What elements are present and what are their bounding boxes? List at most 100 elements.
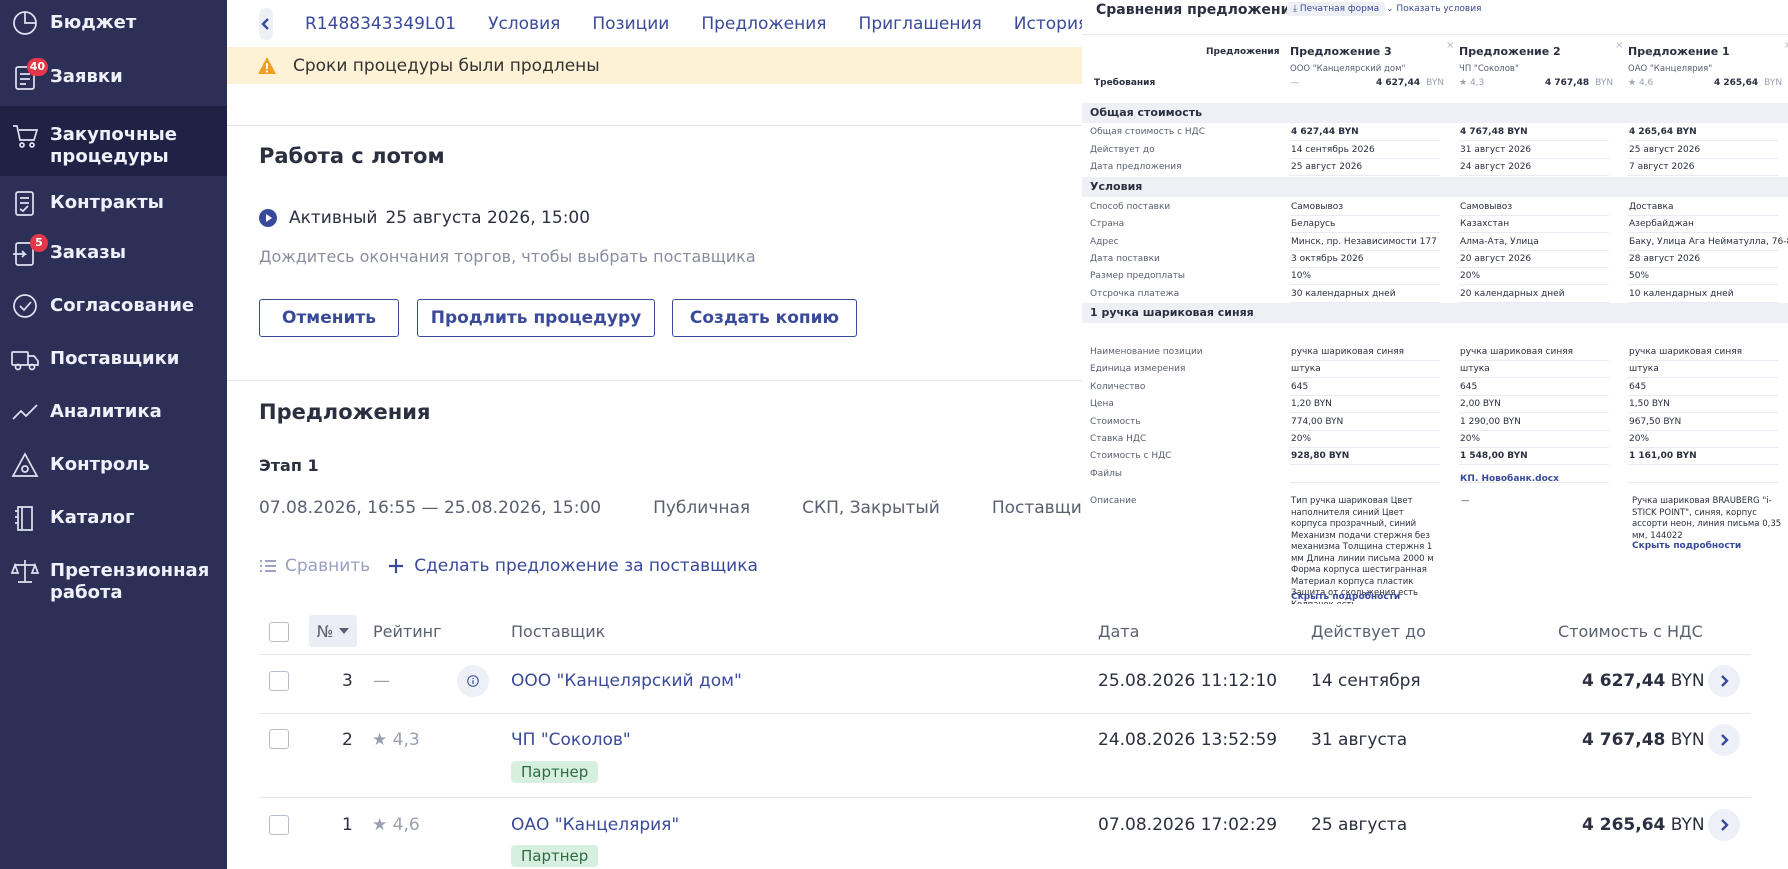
row-value: штука bbox=[1460, 364, 1490, 375]
sidebar-item-suppliers[interactable]: Поставщики bbox=[0, 344, 227, 380]
row-rating: — bbox=[373, 671, 390, 691]
row-value: Баку, Улица Ага Нейматулла, 76-82. bbox=[1629, 236, 1788, 247]
row-value: штука bbox=[1629, 364, 1659, 375]
tab-invitations[interactable]: Приглашения bbox=[859, 14, 982, 34]
star-icon: ★ bbox=[1628, 78, 1639, 88]
sidebar-item-procurement[interactable]: Закупочные процедуры bbox=[0, 106, 227, 176]
divider bbox=[1628, 377, 1778, 379]
row-checkbox[interactable] bbox=[269, 671, 289, 691]
row-label: Стоимость с НДС bbox=[1090, 451, 1172, 462]
play-icon bbox=[259, 209, 277, 227]
sidebar-item-approval[interactable]: Согласование bbox=[0, 291, 227, 327]
procedure-id-link[interactable]: R1488343349L01 bbox=[305, 14, 456, 34]
scales-icon bbox=[10, 556, 42, 588]
open-offer-button[interactable] bbox=[1708, 724, 1740, 756]
row-value: Беларусь bbox=[1291, 219, 1336, 230]
info-button[interactable] bbox=[457, 665, 489, 697]
row-value: Минск, пр. Независимости 177 bbox=[1291, 236, 1437, 247]
row-value: 3 октябрь 2026 bbox=[1291, 253, 1364, 264]
offer-column-title: Предложение 1 bbox=[1628, 45, 1730, 58]
row-label: Ставка НДС bbox=[1090, 434, 1147, 444]
extend-procedure-button[interactable]: Продлить процедуру bbox=[417, 299, 655, 337]
divider bbox=[1628, 232, 1778, 234]
row-checkbox[interactable] bbox=[269, 815, 289, 835]
sidebar-item-catalog[interactable]: Каталог bbox=[0, 503, 227, 539]
section-conditions: Условия bbox=[1082, 177, 1788, 197]
divider bbox=[1290, 140, 1440, 141]
open-offer-button[interactable] bbox=[1708, 665, 1740, 697]
row-value: 2,00 BYN bbox=[1460, 399, 1501, 410]
sidebar-item-control[interactable]: Контроль bbox=[0, 450, 227, 486]
back-button[interactable] bbox=[259, 7, 273, 40]
chevron-down-icon: ⌄ bbox=[1386, 4, 1394, 14]
tab-conditions[interactable]: Условия bbox=[488, 14, 560, 34]
star-icon: ★ bbox=[372, 730, 388, 750]
divider bbox=[1290, 175, 1440, 176]
row-label: Дата предложения bbox=[1090, 162, 1182, 172]
divider bbox=[1459, 412, 1609, 414]
sidebar-item-analytics[interactable]: Аналитика bbox=[0, 397, 227, 433]
sidebar-item-label: Бюджет bbox=[50, 12, 137, 33]
open-offer-button[interactable] bbox=[1708, 809, 1740, 841]
print-form-button[interactable]: ⤓ Печатная форма bbox=[1287, 2, 1386, 16]
star-icon: ★ bbox=[1459, 78, 1470, 88]
details-link[interactable]: Скрыть подробности bbox=[1632, 541, 1741, 551]
sidebar-item-contracts[interactable]: Контракты bbox=[0, 188, 227, 224]
description-offer-2: — bbox=[1461, 496, 1470, 506]
remove-offer-button[interactable]: × bbox=[1615, 40, 1623, 51]
row-checkbox[interactable] bbox=[269, 729, 289, 749]
tab-offers[interactable]: Предложения bbox=[701, 14, 826, 34]
make-offer-button[interactable]: Сделать предложение за поставщика bbox=[388, 556, 758, 576]
sidebar: Бюджет 40 Заявки Закупочные процедуры Ко… bbox=[0, 0, 227, 869]
row-currency: BYN bbox=[1670, 671, 1705, 691]
lot-status: Активный 25 августа 2026, 15:00 bbox=[259, 208, 590, 228]
chevron-right-icon bbox=[1721, 675, 1729, 687]
tab-history[interactable]: История bbox=[1014, 14, 1088, 34]
make-offer-label: Сделать предложение за поставщика bbox=[414, 556, 758, 576]
sort-by-number[interactable]: № bbox=[309, 615, 357, 647]
extension-banner: Сроки процедуры были продлены bbox=[227, 47, 1082, 84]
remove-offer-button[interactable]: × bbox=[1784, 40, 1788, 51]
price-amount: 4 265,64 bbox=[1714, 78, 1759, 88]
create-copy-button[interactable]: Создать копию bbox=[672, 299, 857, 337]
compare-button[interactable]: Сравнить bbox=[259, 556, 370, 576]
row-value: 24 август 2026 bbox=[1460, 162, 1532, 172]
remove-offer-button[interactable]: × bbox=[1446, 40, 1454, 51]
divider bbox=[1459, 481, 1609, 483]
divider bbox=[1628, 215, 1778, 216]
divider bbox=[1459, 447, 1609, 448]
sidebar-item-claims[interactable]: Претензионная работа bbox=[0, 556, 227, 612]
sidebar-item-budget[interactable]: Бюджет bbox=[0, 8, 227, 44]
divider bbox=[1459, 284, 1609, 286]
supplier-link[interactable]: ЧП "Соколов" bbox=[511, 730, 631, 750]
supplier-link[interactable]: ООО "Канцелярский дом" bbox=[511, 671, 742, 691]
row-value: 967,50 BYN bbox=[1629, 416, 1682, 427]
row-value: 928,80 BYN bbox=[1291, 451, 1350, 462]
column-header-date: Дата bbox=[1098, 622, 1140, 641]
sidebar-item-orders[interactable]: 5 Заказы bbox=[0, 234, 227, 274]
supplier-link[interactable]: ОАО "Канцелярия" bbox=[511, 815, 679, 835]
price-amount: 4 767,48 bbox=[1545, 78, 1590, 88]
divider bbox=[1290, 464, 1440, 466]
sidebar-item-label: Каталог bbox=[50, 507, 135, 528]
select-all-checkbox[interactable] bbox=[269, 622, 289, 642]
column-header-supplier: Поставщик bbox=[511, 622, 606, 641]
stage-period: 07.08.2026, 16:55 — 25.08.2026, 15:00 bbox=[259, 498, 602, 518]
rating-value: 4,6 bbox=[1638, 78, 1654, 88]
row-date: 25.08.2026 11:12:10 bbox=[1098, 671, 1278, 691]
show-conditions-toggle[interactable]: ⌄ Показать условия bbox=[1386, 4, 1481, 14]
tab-positions[interactable]: Позиции bbox=[592, 14, 669, 34]
row-value: 20 август 2026 bbox=[1460, 253, 1532, 264]
sidebar-item-requests[interactable]: 40 Заявки bbox=[0, 58, 227, 98]
row-amount: 4 767,48 bbox=[1582, 730, 1666, 750]
description-offer-3: Тип ручка шариковая Цвет наполнителя син… bbox=[1291, 496, 1434, 604]
row-amount: 4 265,64 bbox=[1582, 815, 1666, 835]
rating-value: 4,3 bbox=[1469, 78, 1485, 88]
row-value: 645 bbox=[1291, 381, 1309, 392]
row-value: ручка шариковая синяя bbox=[1291, 347, 1405, 357]
row-label: Дата поставки bbox=[1090, 253, 1160, 264]
row-value: 1,20 BYN bbox=[1291, 399, 1332, 410]
hide-details-link[interactable]: Скрыть подробности bbox=[1291, 592, 1400, 602]
stage-meta: 07.08.2026, 16:55 — 25.08.2026, 15:00 Пу… bbox=[259, 497, 1082, 519]
cancel-button[interactable]: Отменить bbox=[259, 299, 399, 337]
